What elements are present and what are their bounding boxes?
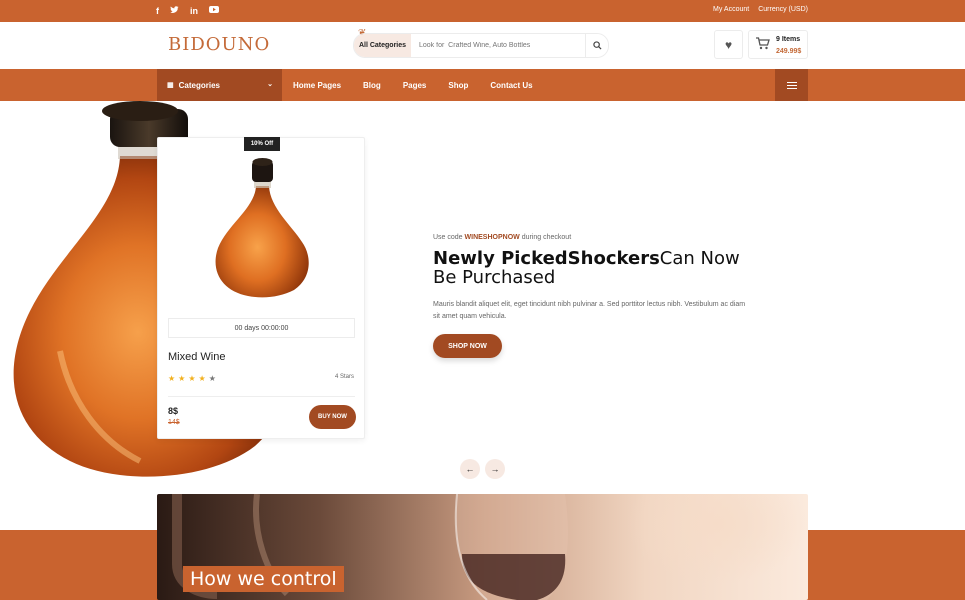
categories-dropdown[interactable]: ▦ Categories ⌄ [157,69,282,101]
nav-home-pages[interactable]: Home Pages [293,81,341,90]
site-header: ❦ BIDOUNO All Categories ♥ 9 Items 249.9… [0,22,965,69]
hamburger-icon-line [786,84,797,86]
chevron-down-icon: ⌄ [267,81,273,88]
rating-stars: ★★★★★ [168,374,219,383]
about-banner: How we control [157,494,808,600]
hero-description: Mauris blandit aliquet elit, eget tincid… [433,301,746,320]
search-input[interactable] [411,34,585,57]
hero-headline: Newly PickedShockersCan Now Be Purchased [433,249,753,287]
product-price: 8$ [168,406,179,416]
search-icon [592,41,602,50]
cart-icon [756,37,770,50]
nav-pages[interactable]: Pages [403,81,427,90]
nav-shop[interactable]: Shop [448,81,468,90]
headline-bold: Newly PickedShockers [433,248,660,269]
youtube-icon[interactable] [209,5,219,17]
star-icon: ★ [168,374,179,383]
search-button[interactable] [585,34,608,57]
arrow-right-icon: → [490,464,500,474]
grid-icon: ▦ [167,82,174,89]
nav-links: Home Pages Blog Pages Shop Contact Us [293,69,555,101]
star-icon: ★ [198,374,209,383]
search-category-select[interactable]: All Categories [354,34,411,57]
nav-contact-us[interactable]: Contact Us [490,81,532,90]
promo-code: WINESHOPNOW [464,234,520,241]
promo-suffix: during checkout [521,234,572,241]
main-nav: ▦ Categories ⌄ Home Pages Blog Pages Sho… [0,69,965,101]
hero-slider: 10% Off 00 days 00:00:00 Mixed Wine ★★★★… [0,101,965,494]
discount-badge: 10% Off [244,137,280,151]
shop-now-button[interactable]: SHOP NOW [433,334,502,358]
card-divider [168,396,355,397]
menu-toggle-button[interactable] [775,69,808,101]
linkedin-icon[interactable]: in [190,5,198,17]
logo-text: BIDOUNO [168,34,271,55]
arrow-left-icon: ← [465,464,475,474]
product-card: 10% Off 00 days 00:00:00 Mixed Wine ★★★★… [157,137,365,439]
star-icon: ★ [178,374,189,383]
currency-selector[interactable]: Currency (USD) [758,6,808,13]
hamburger-icon-line [786,81,797,83]
banner-title: How we control [183,566,344,592]
promo-prefix: Use code [433,234,463,241]
slider-next-button[interactable]: → [485,459,505,479]
wishlist-button[interactable]: ♥ [714,30,743,59]
top-links: My Account Currency (USD) [713,6,808,13]
slider-prev-button[interactable]: ← [460,459,480,479]
site-logo[interactable]: ❦ BIDOUNO [168,28,366,55]
heart-icon: ♥ [724,37,733,52]
promo-text: Use code WINESHOPNOW during checkout [433,234,571,241]
product-old-price: 14$ [168,419,180,426]
twitter-icon[interactable] [170,5,179,17]
product-name[interactable]: Mixed Wine [168,351,225,363]
social-links: f in [156,5,219,17]
facebook-icon[interactable]: f [156,5,159,17]
nav-blog[interactable]: Blog [363,81,381,90]
top-bar: f in My Account Currency (USD) [0,0,965,22]
rating-label: 4 Stars [334,374,354,380]
star-icon: ★ [188,374,199,383]
cart-total: 249.99$ [776,48,802,55]
cart-button[interactable]: 9 Items 249.99$ [748,30,808,59]
star-icon: ★ [208,374,219,383]
categories-label: Categories [178,80,220,90]
search-bar: All Categories [353,33,609,58]
product-image[interactable] [208,156,316,301]
hamburger-icon-line [786,87,797,89]
countdown-timer: 00 days 00:00:00 [168,318,355,338]
buy-now-button[interactable]: BUY NOW [309,405,356,429]
cart-item-count: 9 Items [776,36,801,43]
my-account-link[interactable]: My Account [713,6,749,13]
